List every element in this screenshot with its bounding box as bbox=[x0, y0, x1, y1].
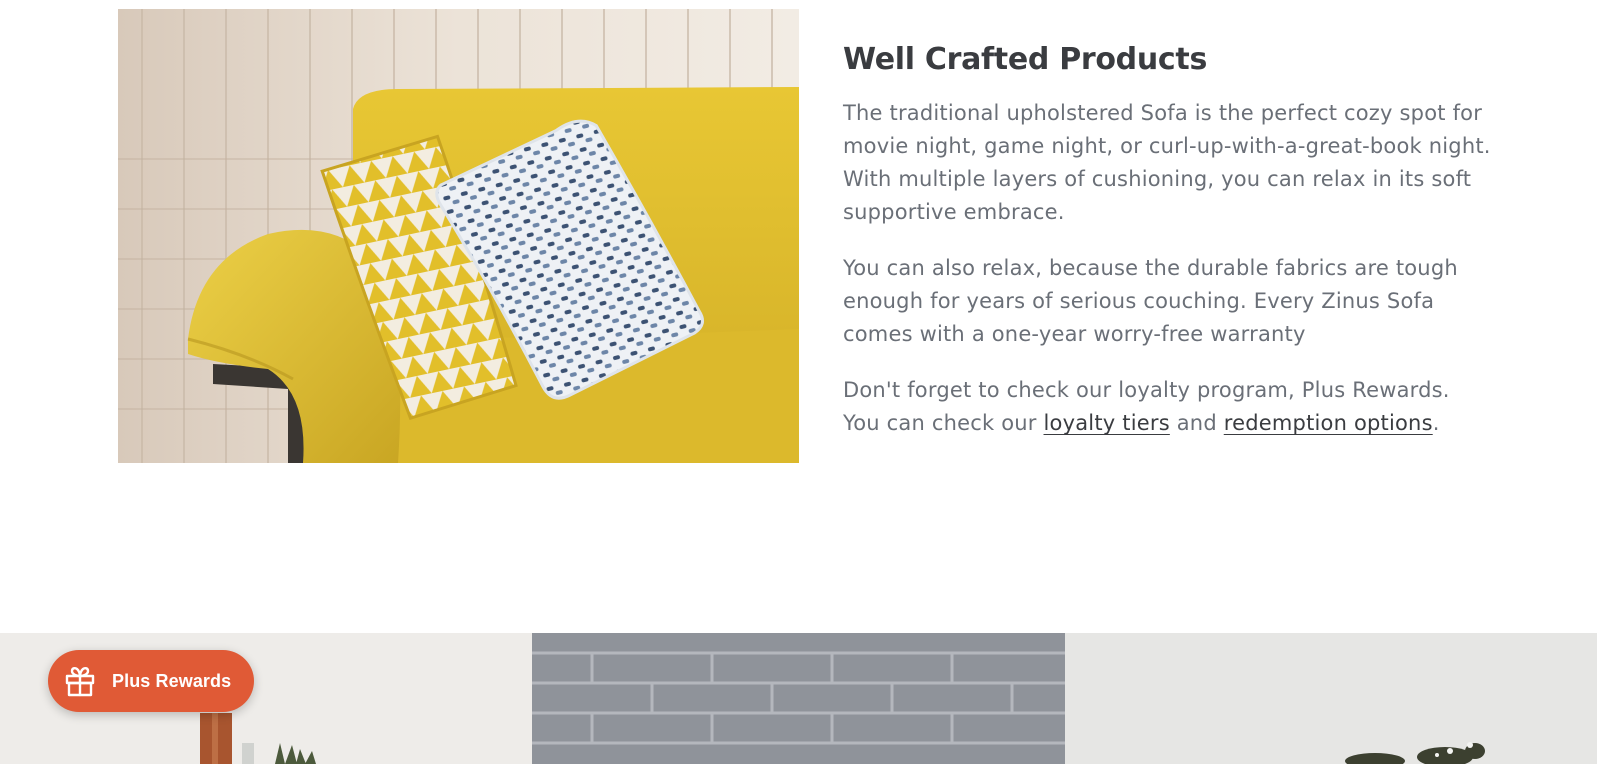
tile-right[interactable] bbox=[1064, 633, 1597, 764]
redemption-options-link[interactable]: redemption options bbox=[1224, 411, 1433, 435]
tile-middle[interactable] bbox=[532, 633, 1065, 764]
loyalty-tiers-link[interactable]: loyalty tiers bbox=[1044, 411, 1170, 435]
sofa-image bbox=[118, 9, 799, 463]
plus-rewards-launcher[interactable]: Plus Rewards bbox=[48, 650, 254, 712]
feature-text: Well Crafted Products The traditional up… bbox=[843, 40, 1493, 463]
gift-icon bbox=[62, 663, 98, 699]
feature-paragraph-2: You can also relax, because the durable … bbox=[843, 256, 1458, 346]
feature-paragraph-3: Don't forget to check our loyalty progra… bbox=[843, 374, 1493, 440]
feature-paragraph-1: The traditional upholstered Sofa is the … bbox=[843, 101, 1491, 224]
plus-rewards-label: Plus Rewards bbox=[112, 670, 232, 691]
page: Well Crafted Products The traditional up… bbox=[0, 0, 1597, 764]
feature-title: Well Crafted Products bbox=[843, 42, 1207, 77]
paragraph-3-suffix: . bbox=[1432, 411, 1440, 435]
paragraph-3-conjunction: and bbox=[1176, 411, 1217, 435]
